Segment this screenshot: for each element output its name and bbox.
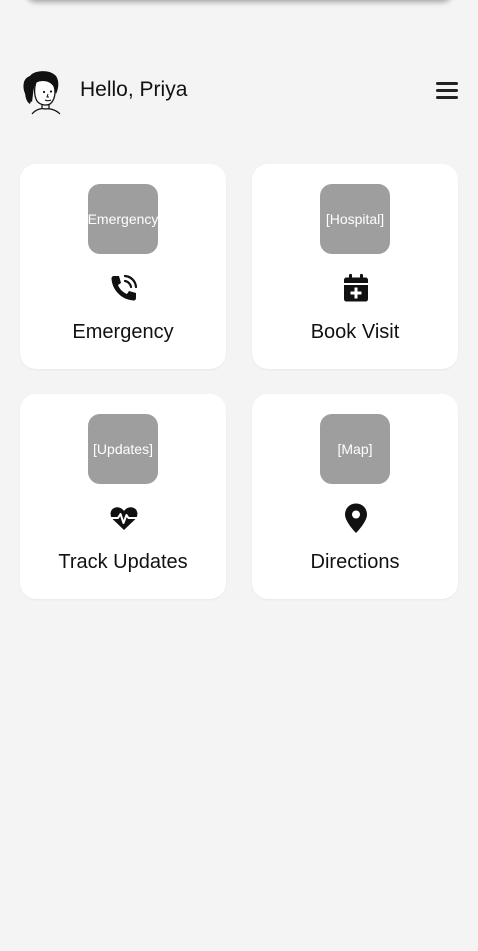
greeting-text: Hello, Priya (80, 78, 188, 101)
updates-image-placeholder: [Updates] (88, 414, 158, 484)
hamburger-menu-icon[interactable] (434, 78, 460, 102)
phone-ringing-icon (108, 272, 140, 304)
heart-pulse-icon (108, 502, 140, 534)
map-image-placeholder: [Map] (320, 414, 390, 484)
emergency-card[interactable]: Emergency Emergency (20, 164, 226, 369)
book-visit-card[interactable]: [Hospital] Book Visit (252, 164, 458, 369)
avatar[interactable] (20, 68, 64, 116)
header: Hello, Priya (20, 66, 460, 116)
book-visit-label: Book Visit (310, 321, 400, 343)
emergency-image-placeholder: Emergency (88, 184, 158, 254)
directions-card[interactable]: [Map] Directions (252, 394, 458, 599)
map-pin-icon (340, 502, 372, 534)
directions-label: Directions (310, 551, 400, 573)
emergency-label: Emergency (72, 321, 174, 343)
hospital-image-placeholder: [Hospital] (320, 184, 390, 254)
track-updates-card[interactable]: [Updates] Track Updates (20, 394, 226, 599)
calendar-plus-icon (340, 272, 372, 304)
track-updates-label: Track Updates (58, 551, 188, 573)
